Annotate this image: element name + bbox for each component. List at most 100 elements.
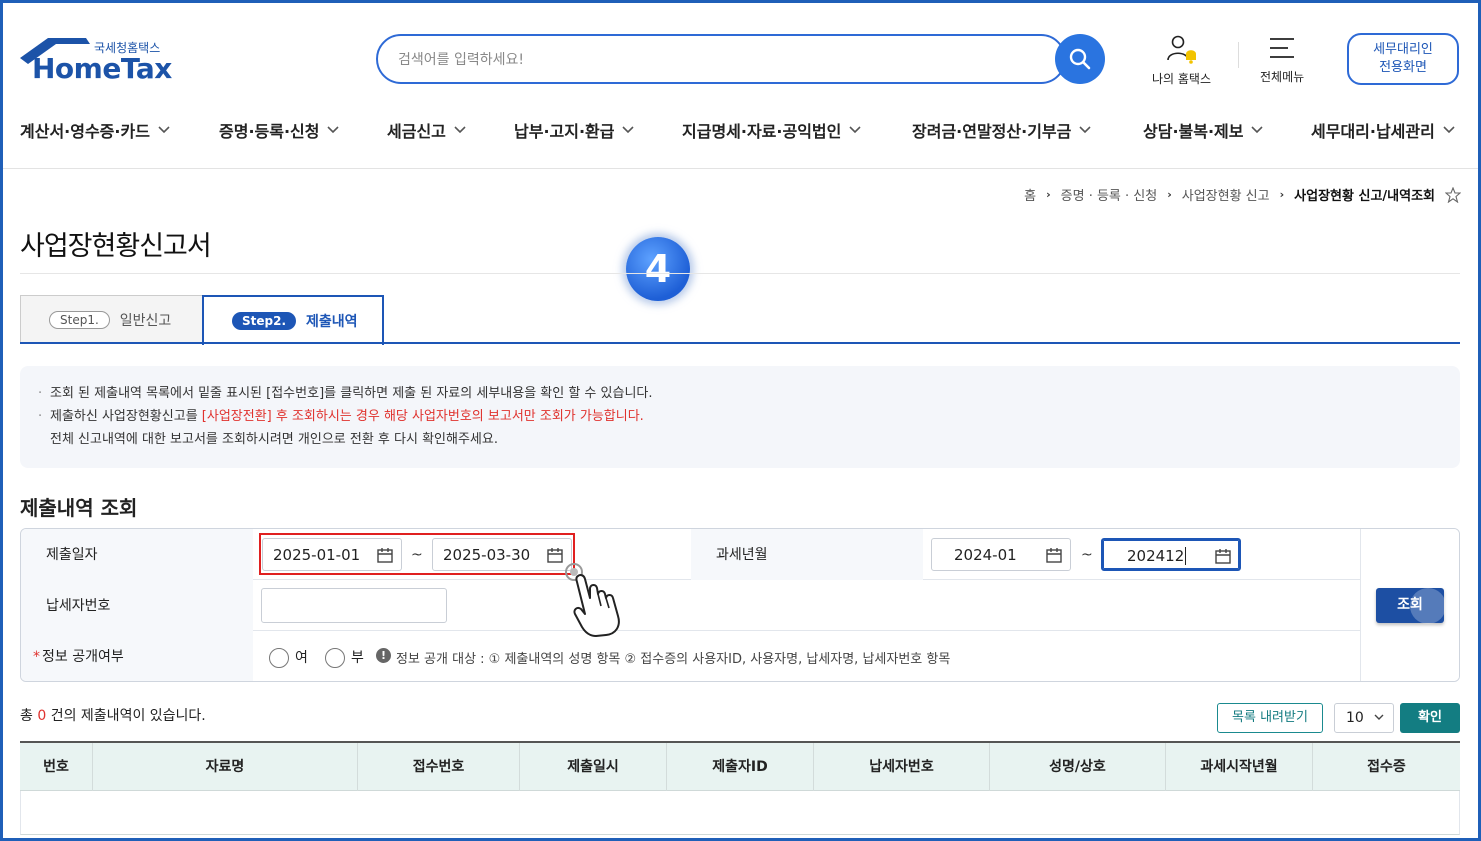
- table-header-row: 번호 자료명 접수번호 제출일시 제출자ID 납세자번호 성명/상호 과세시작년…: [20, 743, 1460, 791]
- nav-item-statements[interactable]: 지급명세·자료·공익법인: [682, 118, 861, 142]
- hometax-logo[interactable]: 국세청홈택스 HomeTax: [20, 36, 180, 88]
- column-header[interactable]: 제출일시: [520, 743, 667, 791]
- column-header[interactable]: 접수번호: [358, 743, 520, 791]
- search-submit-button[interactable]: 조회: [1376, 588, 1446, 624]
- disclosure-no-radio[interactable]: [325, 648, 345, 668]
- nav-label: 장려금·연말정산·기부금: [912, 122, 1072, 141]
- disclosure-yes-radio[interactable]: [269, 648, 289, 668]
- column-header[interactable]: 과세시작년월: [1166, 743, 1313, 791]
- notice-text: 전체 신고내역에 대한 보고서를 조회하시려면 개인으로 전환 후 다시 확인해…: [50, 432, 498, 447]
- disclosure-info-text: 정보 공개 대상 : ① 제출내역의 성명 항목 ② 접수증의 사용자ID, 사…: [396, 652, 951, 667]
- page-size-value: 10: [1346, 710, 1364, 726]
- favorite-star-icon[interactable]: [1445, 186, 1461, 203]
- nav-item-tax-agent[interactable]: 세무대리·납세관리: [1311, 118, 1455, 142]
- global-search-box: [376, 34, 1066, 84]
- nav-item-receipts[interactable]: 계산서·영수증·카드: [20, 118, 170, 142]
- period-value: 202412: [1127, 547, 1185, 565]
- total-prefix: 총: [20, 708, 38, 724]
- nav-label: 상담·불복·제보: [1143, 122, 1244, 141]
- breadcrumb-level1[interactable]: 증명 · 등록 · 신청: [1061, 185, 1158, 204]
- click-indicator: [1410, 588, 1446, 624]
- notice-line: 전체 신고내역에 대한 보고서를 조회하시려면 개인으로 전환 후 다시 확인해…: [38, 428, 1460, 451]
- nav-item-tax-filing[interactable]: 세금신고: [387, 118, 466, 142]
- disclosure-label-cell: * 정보 공개여부: [21, 631, 253, 681]
- nav-item-incentives[interactable]: 장려금·연말정산·기부금: [912, 118, 1091, 142]
- nav-label: 세무대리·납세관리: [1311, 122, 1435, 141]
- title-divider: [20, 273, 1460, 274]
- nav-item-certificates[interactable]: 증명·등록·신청: [219, 118, 340, 142]
- download-list-button[interactable]: 목록 내려받기: [1217, 703, 1323, 733]
- column-header[interactable]: 납세자번호: [814, 743, 990, 791]
- calendar-icon[interactable]: [1046, 547, 1062, 563]
- column-header[interactable]: 자료명: [93, 743, 358, 791]
- tab-underline: [20, 342, 1460, 344]
- column-header[interactable]: 성명/상호: [990, 743, 1166, 791]
- user-bell-icon: [1166, 35, 1196, 64]
- result-total: 총 0 건의 제출내역이 있습니다.: [20, 705, 206, 725]
- chevron-down-icon: [1251, 126, 1264, 134]
- notice-line: · 제출하신 사업장현황신고를 [사업장전환] 후 조회하시는 경우 해당 사업자…: [38, 405, 1460, 428]
- tab-label: 제출내역: [306, 314, 358, 330]
- column-header[interactable]: 접수증: [1313, 743, 1460, 791]
- nav-label: 납부·고지·환급: [514, 122, 615, 141]
- chevron-down-icon: [1079, 126, 1091, 134]
- chevron-down-icon: [1374, 714, 1384, 720]
- step-number-badge: 4: [626, 237, 690, 301]
- all-menu-button[interactable]: 전체메뉴: [1260, 36, 1304, 85]
- bullet: ·: [38, 409, 43, 424]
- column-header[interactable]: 제출자ID: [667, 743, 814, 791]
- breadcrumb-separator: ›: [1046, 188, 1051, 201]
- taxpayer-number-label: 납세자번호: [21, 580, 253, 631]
- tab-step-pill: Step1.: [49, 311, 110, 329]
- period-value: 2024-01: [954, 546, 1017, 564]
- chevron-down-icon: [622, 126, 635, 134]
- search-button[interactable]: [1055, 34, 1105, 84]
- taxpayer-number-input[interactable]: [261, 588, 447, 623]
- nav-label: 계산서·영수증·카드: [20, 122, 150, 141]
- tax-period-to[interactable]: 202412: [1101, 538, 1241, 571]
- calendar-icon[interactable]: [1215, 548, 1231, 564]
- breadcrumb-current: 사업장현황 신고/내역조회: [1294, 189, 1435, 204]
- page-title: 사업장현황신고서: [20, 231, 212, 262]
- tab-submission-history[interactable]: Step2. 제출내역: [202, 295, 384, 345]
- disclosure-label: 정보 공개여부: [42, 649, 124, 665]
- column-header[interactable]: 번호: [20, 743, 93, 791]
- chevron-down-icon: [327, 126, 340, 134]
- notice-box: · 조회 된 제출내역 목록에서 밑줄 표시된 [접수번호]를 클릭하면 제출 된…: [20, 366, 1460, 468]
- breadcrumb-home[interactable]: 홈: [1024, 185, 1036, 204]
- text-cursor: [1185, 547, 1187, 565]
- required-mark: *: [33, 649, 40, 665]
- chevron-down-icon: [158, 126, 170, 134]
- agent-btn-line2: 전용화면: [1379, 60, 1427, 75]
- tax-period-label: 과세년월: [691, 529, 923, 580]
- nav-label: 증명·등록·신청: [219, 122, 320, 141]
- logo-wordmark: HomeTax: [32, 52, 172, 85]
- my-hometax-link[interactable]: 나의 홈택스: [1152, 34, 1211, 87]
- nav-label: 지급명세·자료·공익법인: [682, 122, 842, 141]
- tax-agent-screen-button[interactable]: 세무대리인 전용화면: [1347, 33, 1459, 85]
- form-row-disclosure: * 정보 공개여부 여 부 ! 정보 공개 대상 : ① 제출내역의 성명 항목 …: [21, 631, 1360, 681]
- page-size-select[interactable]: 10: [1334, 703, 1394, 733]
- nav-item-consulting[interactable]: 상담·불복·제보: [1143, 118, 1264, 142]
- disclosure-no-label: 부: [351, 650, 364, 666]
- global-search-input[interactable]: [398, 49, 1018, 71]
- agent-btn-line1: 세무대리인: [1373, 42, 1433, 57]
- bullet: ·: [38, 386, 43, 401]
- table-body-empty: [20, 791, 1460, 835]
- notice-text: 조회 된 제출내역 목록에서 밑줄 표시된 [접수번호]를 클릭하면 제출 된 …: [50, 386, 653, 401]
- tab-general-filing[interactable]: Step1. 일반신고: [20, 295, 203, 344]
- nav-item-payment[interactable]: 납부·고지·환급: [514, 118, 635, 142]
- tax-period-from[interactable]: 2024-01: [931, 538, 1071, 571]
- main-navigation: 계산서·영수증·카드 증명·등록·신청 세금신고 납부·고지·환급 지급명세·자…: [0, 110, 1481, 150]
- all-menu-label: 전체메뉴: [1260, 70, 1305, 84]
- submit-date-label: 제출일자: [21, 529, 253, 580]
- total-suffix: 건의 제출내역이 있습니다.: [46, 708, 206, 724]
- section-title: 제출내역 조회: [20, 496, 138, 520]
- chevron-down-icon: [849, 126, 861, 134]
- confirm-button[interactable]: 확인: [1400, 703, 1460, 733]
- breadcrumb-level2[interactable]: 사업장현황 신고: [1182, 185, 1270, 204]
- submission-table: 번호 자료명 접수번호 제출일시 제출자ID 납세자번호 성명/상호 과세시작년…: [20, 741, 1460, 835]
- info-icon: !: [376, 648, 391, 663]
- form-row-dates: 제출일자 2025-01-01 ~ 2025-03-30 과세년월 2024-0…: [21, 529, 1360, 580]
- search-icon: [1069, 48, 1091, 70]
